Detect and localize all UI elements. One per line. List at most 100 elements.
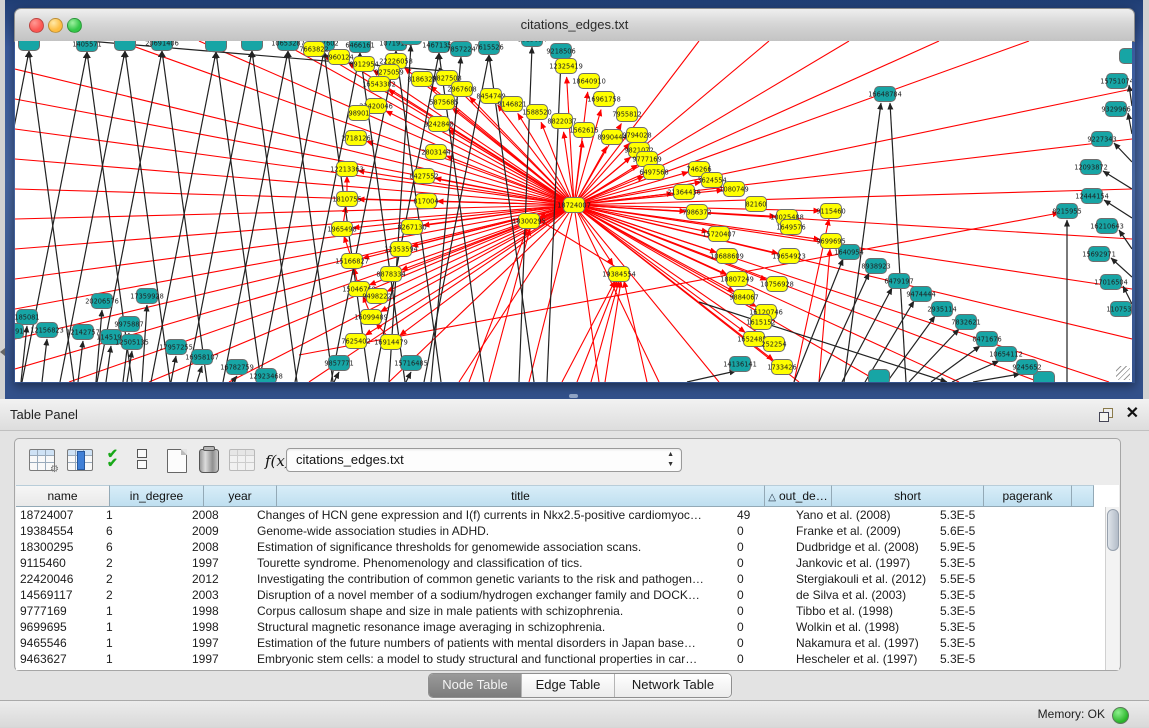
red-edge[interactable] bbox=[624, 281, 647, 382]
graph-node[interactable]: 1649576 bbox=[776, 220, 805, 235]
graph-node[interactable]: 1405571 bbox=[72, 41, 101, 52]
graph-node[interactable]: 9699695 bbox=[816, 234, 845, 249]
cell-name[interactable]: 9699695 bbox=[16, 619, 102, 635]
graph-node[interactable]: 817004 bbox=[413, 194, 438, 209]
graph-node[interactable] bbox=[115, 41, 136, 51]
column-header-short[interactable]: short bbox=[832, 485, 984, 507]
graph-node[interactable]: 9857771 bbox=[324, 356, 353, 371]
graph-node[interactable]: 8471676 bbox=[972, 332, 1001, 347]
cell-short[interactable]: Wolkin et al. (1998) bbox=[792, 619, 936, 635]
red-edge[interactable] bbox=[574, 89, 1132, 205]
graph-node[interactable]: 9242848 bbox=[424, 117, 453, 132]
table-row[interactable]: 1872400712008Changes of HCN gene express… bbox=[16, 507, 1119, 523]
graph-node[interactable]: 2803144 bbox=[421, 145, 450, 160]
cell-in_degree[interactable]: 2 bbox=[102, 571, 188, 587]
table-selector-dropdown[interactable]: citations_edges.txt ▲▼ bbox=[286, 448, 682, 472]
black-edge[interactable] bbox=[887, 316, 935, 382]
black-edge[interactable] bbox=[324, 51, 369, 382]
black-edge[interactable] bbox=[794, 259, 843, 382]
black-edge[interactable] bbox=[1119, 230, 1132, 249]
graph-node[interactable] bbox=[19, 41, 40, 51]
cell-out_de[interactable]: 0 bbox=[733, 635, 792, 651]
cell-title[interactable]: Disruption of a novel member of a sodium… bbox=[253, 587, 733, 603]
cell-out_de[interactable]: 0 bbox=[733, 603, 792, 619]
graph-node[interactable]: 2718126 bbox=[341, 131, 370, 146]
cell-pagerank[interactable]: 5.6E-5 bbox=[936, 523, 1016, 539]
table-row[interactable]: 946362711997Embryonic stem cells: a mode… bbox=[16, 651, 1119, 667]
graph-node[interactable]: 7955812 bbox=[612, 107, 641, 122]
graph-node[interactable] bbox=[1120, 49, 1133, 64]
cell-name[interactable]: 18300295 bbox=[16, 539, 102, 555]
graph-node[interactable]: 185081 bbox=[15, 310, 40, 325]
table-row[interactable]: 946554611997Estimation of the future num… bbox=[16, 635, 1119, 651]
cell-name[interactable]: 14569117 bbox=[16, 587, 102, 603]
window-resize-handle[interactable] bbox=[1116, 366, 1130, 380]
cell-out_de[interactable]: 0 bbox=[733, 555, 792, 571]
graph-node[interactable]: 9218506 bbox=[546, 44, 575, 59]
graph-node[interactable]: 9884067 bbox=[729, 290, 758, 305]
graph-node[interactable]: 16914479 bbox=[374, 335, 408, 350]
cell-pagerank[interactable]: 5.3E-5 bbox=[936, 507, 1016, 523]
cell-in_degree[interactable]: 1 bbox=[102, 635, 188, 651]
cell-title[interactable]: Structural magnetic resonance image aver… bbox=[253, 619, 733, 635]
table-row[interactable]: 911546021997Tourette syndrome. Phenomeno… bbox=[16, 555, 1119, 571]
cell-year[interactable]: 1997 bbox=[188, 651, 253, 667]
table-scrollbar[interactable] bbox=[1105, 507, 1119, 670]
graph-node[interactable]: 15716485 bbox=[394, 356, 428, 371]
table-settings-button[interactable]: ⚙ bbox=[29, 449, 55, 471]
black-edge[interactable] bbox=[106, 346, 111, 382]
cell-in_degree[interactable]: 6 bbox=[102, 539, 188, 555]
cell-out_de[interactable]: 0 bbox=[733, 571, 792, 587]
cell-in_degree[interactable]: 2 bbox=[102, 587, 188, 603]
cell-in_degree[interactable]: 1 bbox=[102, 619, 188, 635]
cell-in_degree[interactable]: 2 bbox=[102, 555, 188, 571]
show-columns-button[interactable] bbox=[67, 449, 93, 471]
tab-node-table[interactable]: Node Table bbox=[429, 674, 522, 697]
graph-node[interactable]: 7625402 bbox=[341, 334, 370, 349]
graph-node[interactable]: 12093872 bbox=[1074, 160, 1108, 175]
delete-column-button[interactable] bbox=[199, 449, 219, 473]
import-table-button[interactable] bbox=[229, 449, 255, 471]
cell-year[interactable]: 2009 bbox=[188, 523, 253, 539]
select-all-columns-button[interactable]: ✔✔ bbox=[107, 449, 127, 467]
red-edge[interactable] bbox=[574, 205, 767, 280]
graph-node[interactable]: 7832621 bbox=[951, 315, 980, 330]
cell-pagerank[interactable]: 5.5E-5 bbox=[936, 571, 1016, 587]
cell-pagerank[interactable]: 5.3E-5 bbox=[936, 635, 1016, 651]
graph-node[interactable]: 8813054 bbox=[517, 41, 546, 47]
cell-year[interactable]: 2003 bbox=[188, 587, 253, 603]
black-edge[interactable] bbox=[252, 51, 297, 382]
cell-short[interactable]: Tibbo et al. (1998) bbox=[792, 603, 936, 619]
cell-year[interactable]: 2008 bbox=[188, 507, 253, 523]
black-edge[interactable] bbox=[259, 51, 324, 382]
graph-node[interactable]: 5875685 bbox=[429, 95, 458, 110]
network-view-window[interactable]: citations_edges.txt 14055712069140610653… bbox=[14, 8, 1135, 383]
column-header-name[interactable]: name bbox=[16, 485, 110, 507]
cell-pagerank[interactable]: 5.9E-5 bbox=[936, 539, 1016, 555]
red-edge[interactable] bbox=[574, 147, 607, 205]
graph-node[interactable]: 2967608 bbox=[447, 82, 476, 97]
red-edge[interactable] bbox=[574, 205, 745, 332]
cell-out_de[interactable]: 0 bbox=[733, 523, 792, 539]
graph-node[interactable]: 1810755 bbox=[332, 192, 361, 207]
panel-divider-grip[interactable] bbox=[569, 394, 578, 398]
graph-node[interactable]: 1562615 bbox=[569, 123, 598, 138]
black-edge[interactable] bbox=[1129, 85, 1132, 106]
graph-node[interactable]: 8878334 bbox=[376, 267, 405, 282]
panel-collapse-arrow-icon[interactable] bbox=[0, 348, 5, 356]
red-edge[interactable] bbox=[386, 111, 574, 205]
graph-node[interactable]: 8938923 bbox=[861, 259, 890, 274]
graph-node[interactable]: 15751074 bbox=[1100, 74, 1132, 89]
cell-short[interactable]: Yano et al. (2008) bbox=[792, 507, 936, 523]
column-header-title[interactable]: title bbox=[277, 485, 765, 507]
table-row[interactable]: 969969511998Structural magnetic resonanc… bbox=[16, 619, 1119, 635]
graph-node[interactable]: 2935114 bbox=[927, 302, 956, 317]
graph-node[interactable] bbox=[242, 41, 263, 51]
graph-node[interactable]: 19384554 bbox=[602, 267, 636, 282]
cell-name[interactable]: 9465546 bbox=[16, 635, 102, 651]
black-edge[interactable] bbox=[1103, 171, 1132, 189]
graph-node[interactable]: 20691406 bbox=[145, 41, 179, 51]
graph-node[interactable]: 10688609 bbox=[710, 249, 744, 264]
black-edge[interactable] bbox=[78, 341, 83, 382]
cell-title[interactable]: Investigating the contribution of common… bbox=[253, 571, 733, 587]
